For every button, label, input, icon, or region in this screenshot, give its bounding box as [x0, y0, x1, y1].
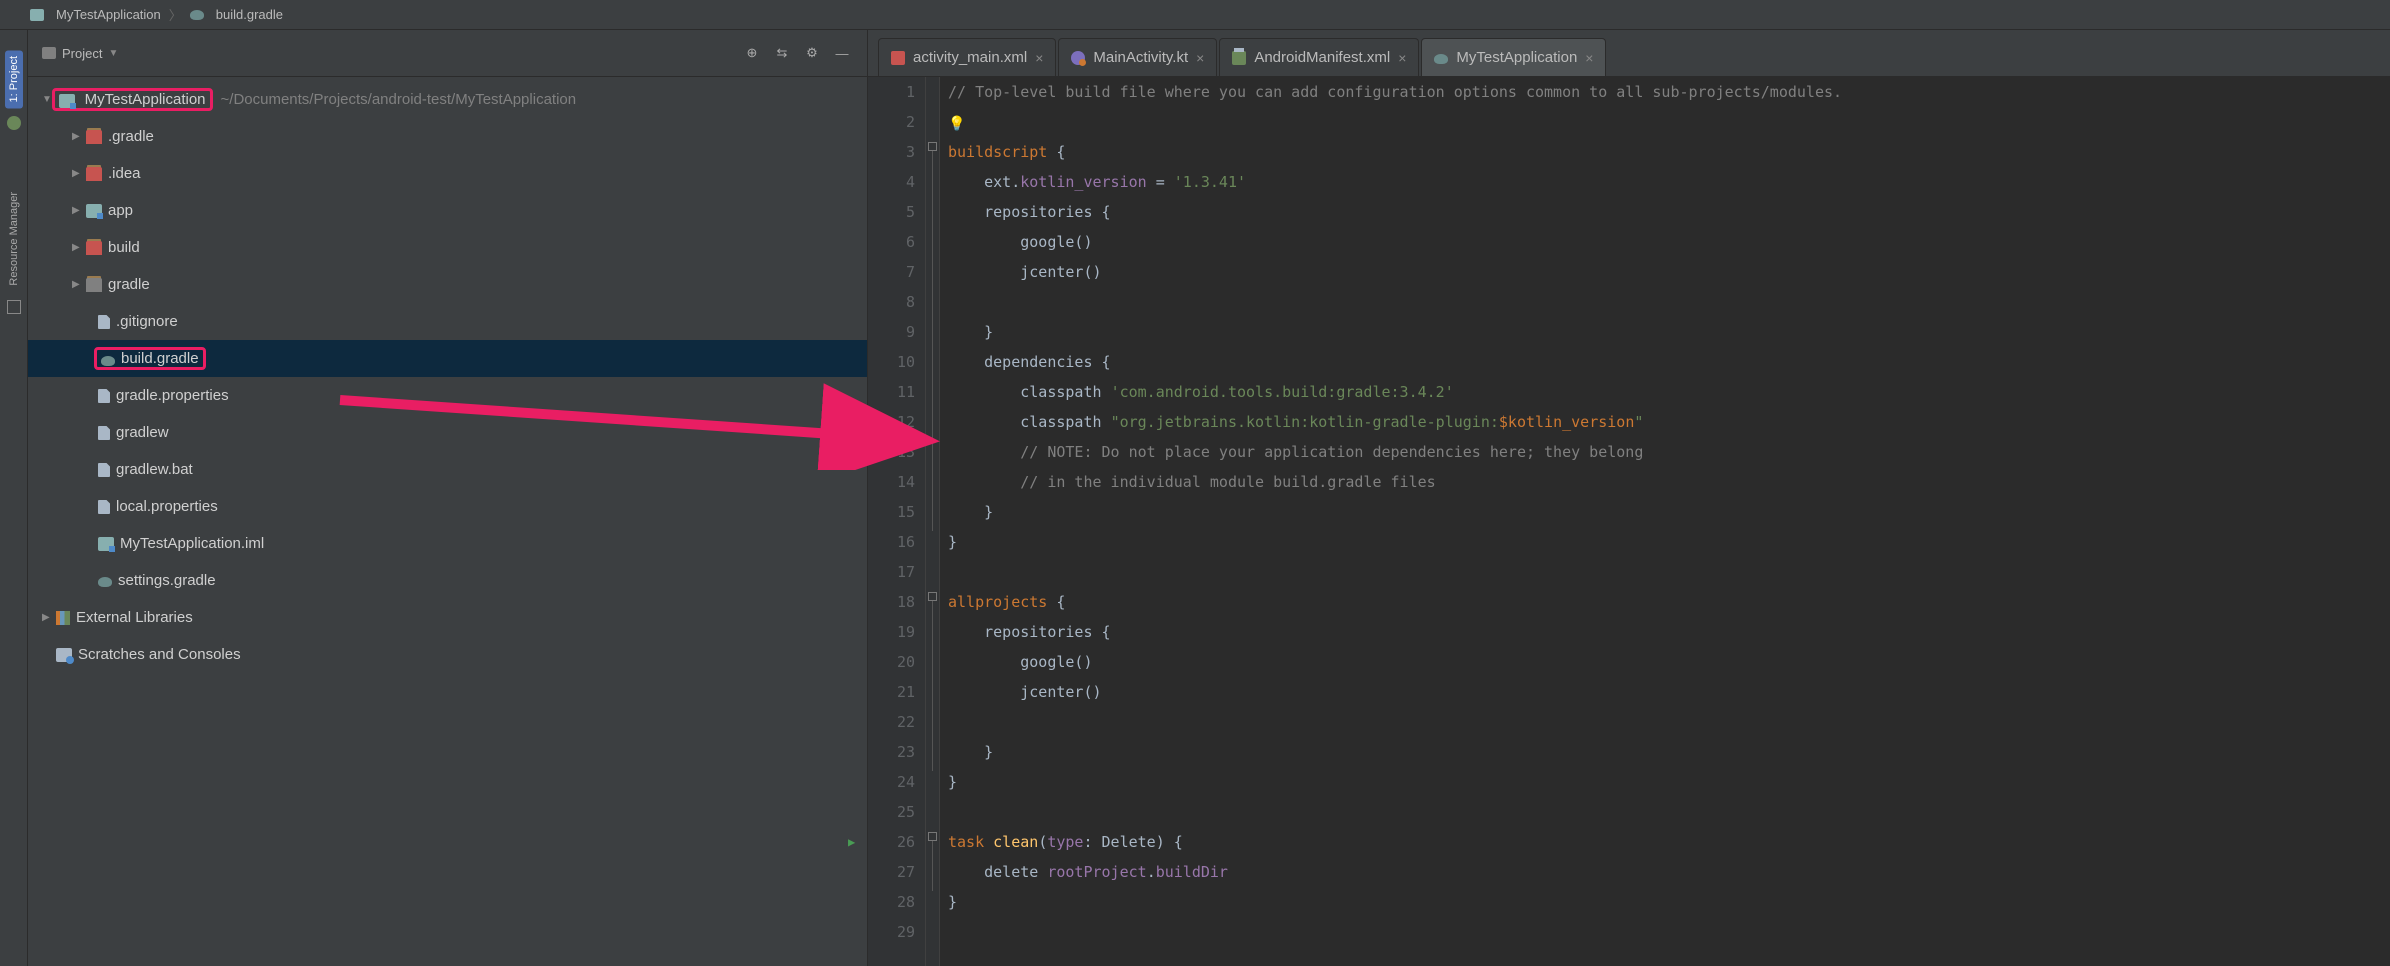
line-gutter[interactable]: 1234567891011121314151617181920212223242…	[868, 77, 926, 966]
resource-icon[interactable]	[7, 300, 21, 314]
tree-file-iml[interactable]: MyTestApplication.iml	[28, 525, 867, 562]
gradle-icon	[101, 356, 115, 366]
close-icon[interactable]: ×	[1585, 50, 1593, 66]
tab-mainactivity[interactable]: MainActivity.kt×	[1058, 38, 1217, 76]
tree-folder-idea[interactable]: ▶.idea	[28, 155, 867, 192]
tree-file-gradlewbat[interactable]: gradlew.bat	[28, 451, 867, 488]
gradle-icon	[1434, 54, 1448, 64]
tab-mytestapplication[interactable]: MyTestApplication×	[1421, 38, 1606, 76]
tab-activity-main[interactable]: activity_main.xml×	[878, 38, 1056, 76]
fold-icon[interactable]	[928, 142, 937, 151]
folder-icon	[42, 47, 56, 59]
tree-external-libraries[interactable]: ▶External Libraries	[28, 599, 867, 636]
gradle-icon	[98, 577, 112, 587]
intention-bulb-icon[interactable]: 💡	[948, 109, 965, 139]
tree-file-gradleprops[interactable]: gradle.properties	[28, 377, 867, 414]
breadcrumb[interactable]: MyTestApplication 〉 build.gradle	[0, 0, 2390, 30]
file-icon	[98, 463, 110, 477]
module-icon	[59, 94, 75, 108]
left-tool-rail: 1: Project Resource Manager	[0, 30, 28, 966]
tree-file-settings[interactable]: settings.gradle	[28, 562, 867, 599]
project-sidebar: Project ▼ ⊕ ⇆ ⚙ — ▼ MyTestApplication ~/…	[28, 30, 868, 966]
module-icon	[30, 9, 44, 21]
tree-scratches[interactable]: Scratches and Consoles	[28, 636, 867, 673]
gear-icon[interactable]: ⚙	[801, 42, 823, 64]
rail-project-button[interactable]: 1: Project	[5, 50, 23, 108]
tree-file-gradlew[interactable]: gradlew	[28, 414, 867, 451]
breadcrumb-root[interactable]: MyTestApplication	[56, 7, 161, 22]
folder-icon	[86, 278, 102, 292]
fold-gutter[interactable]	[926, 77, 940, 966]
editor-pane: activity_main.xml× MainActivity.kt× Andr…	[868, 30, 2390, 966]
hide-icon[interactable]: —	[831, 42, 853, 64]
manifest-icon	[1232, 51, 1246, 65]
folder-icon	[86, 241, 102, 255]
sidebar-header: Project ▼ ⊕ ⇆ ⚙ —	[28, 30, 867, 77]
close-icon[interactable]: ×	[1398, 50, 1406, 66]
file-icon	[98, 315, 110, 329]
fold-icon[interactable]	[928, 592, 937, 601]
collapse-icon[interactable]: ⇆	[771, 42, 793, 64]
breadcrumb-file[interactable]: build.gradle	[216, 7, 283, 22]
android-icon[interactable]	[7, 116, 21, 130]
editor-tabs: activity_main.xml× MainActivity.kt× Andr…	[868, 30, 2390, 77]
tree-file-buildgradle[interactable]: build.gradle	[28, 340, 867, 377]
tree-folder-build[interactable]: ▶build	[28, 229, 867, 266]
fold-icon[interactable]	[928, 832, 937, 841]
file-icon	[98, 426, 110, 440]
run-icon[interactable]: ▶	[848, 827, 855, 857]
gradle-icon	[190, 10, 204, 20]
scratch-icon	[56, 648, 72, 662]
tree-folder-app[interactable]: ▶app	[28, 192, 867, 229]
code-text[interactable]: // Top-level build file where you can ad…	[940, 77, 2390, 966]
tree-file-gitignore[interactable]: .gitignore	[28, 303, 867, 340]
library-icon	[56, 611, 70, 625]
tree-root[interactable]: ▼ MyTestApplication ~/Documents/Projects…	[28, 81, 867, 118]
folder-icon	[86, 167, 102, 181]
file-icon	[98, 500, 110, 514]
tab-manifest[interactable]: AndroidManifest.xml×	[1219, 38, 1419, 76]
locate-icon[interactable]: ⊕	[741, 42, 763, 64]
tree-folder-gradle[interactable]: ▶.gradle	[28, 118, 867, 155]
kotlin-icon	[1071, 51, 1085, 65]
code-editor[interactable]: 1234567891011121314151617181920212223242…	[868, 77, 2390, 966]
sidebar-view-selector[interactable]: Project	[62, 46, 102, 61]
folder-icon	[86, 130, 102, 144]
rail-resource-manager-button[interactable]: Resource Manager	[8, 186, 20, 292]
module-icon	[98, 537, 114, 551]
xml-icon	[891, 51, 905, 65]
close-icon[interactable]: ×	[1035, 50, 1043, 66]
tree-file-localprops[interactable]: local.properties	[28, 488, 867, 525]
tree-folder-gradle-dir[interactable]: ▶gradle	[28, 266, 867, 303]
breadcrumb-separator: 〉	[169, 5, 182, 24]
dropdown-icon[interactable]: ▼	[108, 48, 118, 59]
module-icon	[86, 204, 102, 218]
close-icon[interactable]: ×	[1196, 50, 1204, 66]
file-icon	[98, 389, 110, 403]
project-tree[interactable]: ▼ MyTestApplication ~/Documents/Projects…	[28, 77, 867, 966]
